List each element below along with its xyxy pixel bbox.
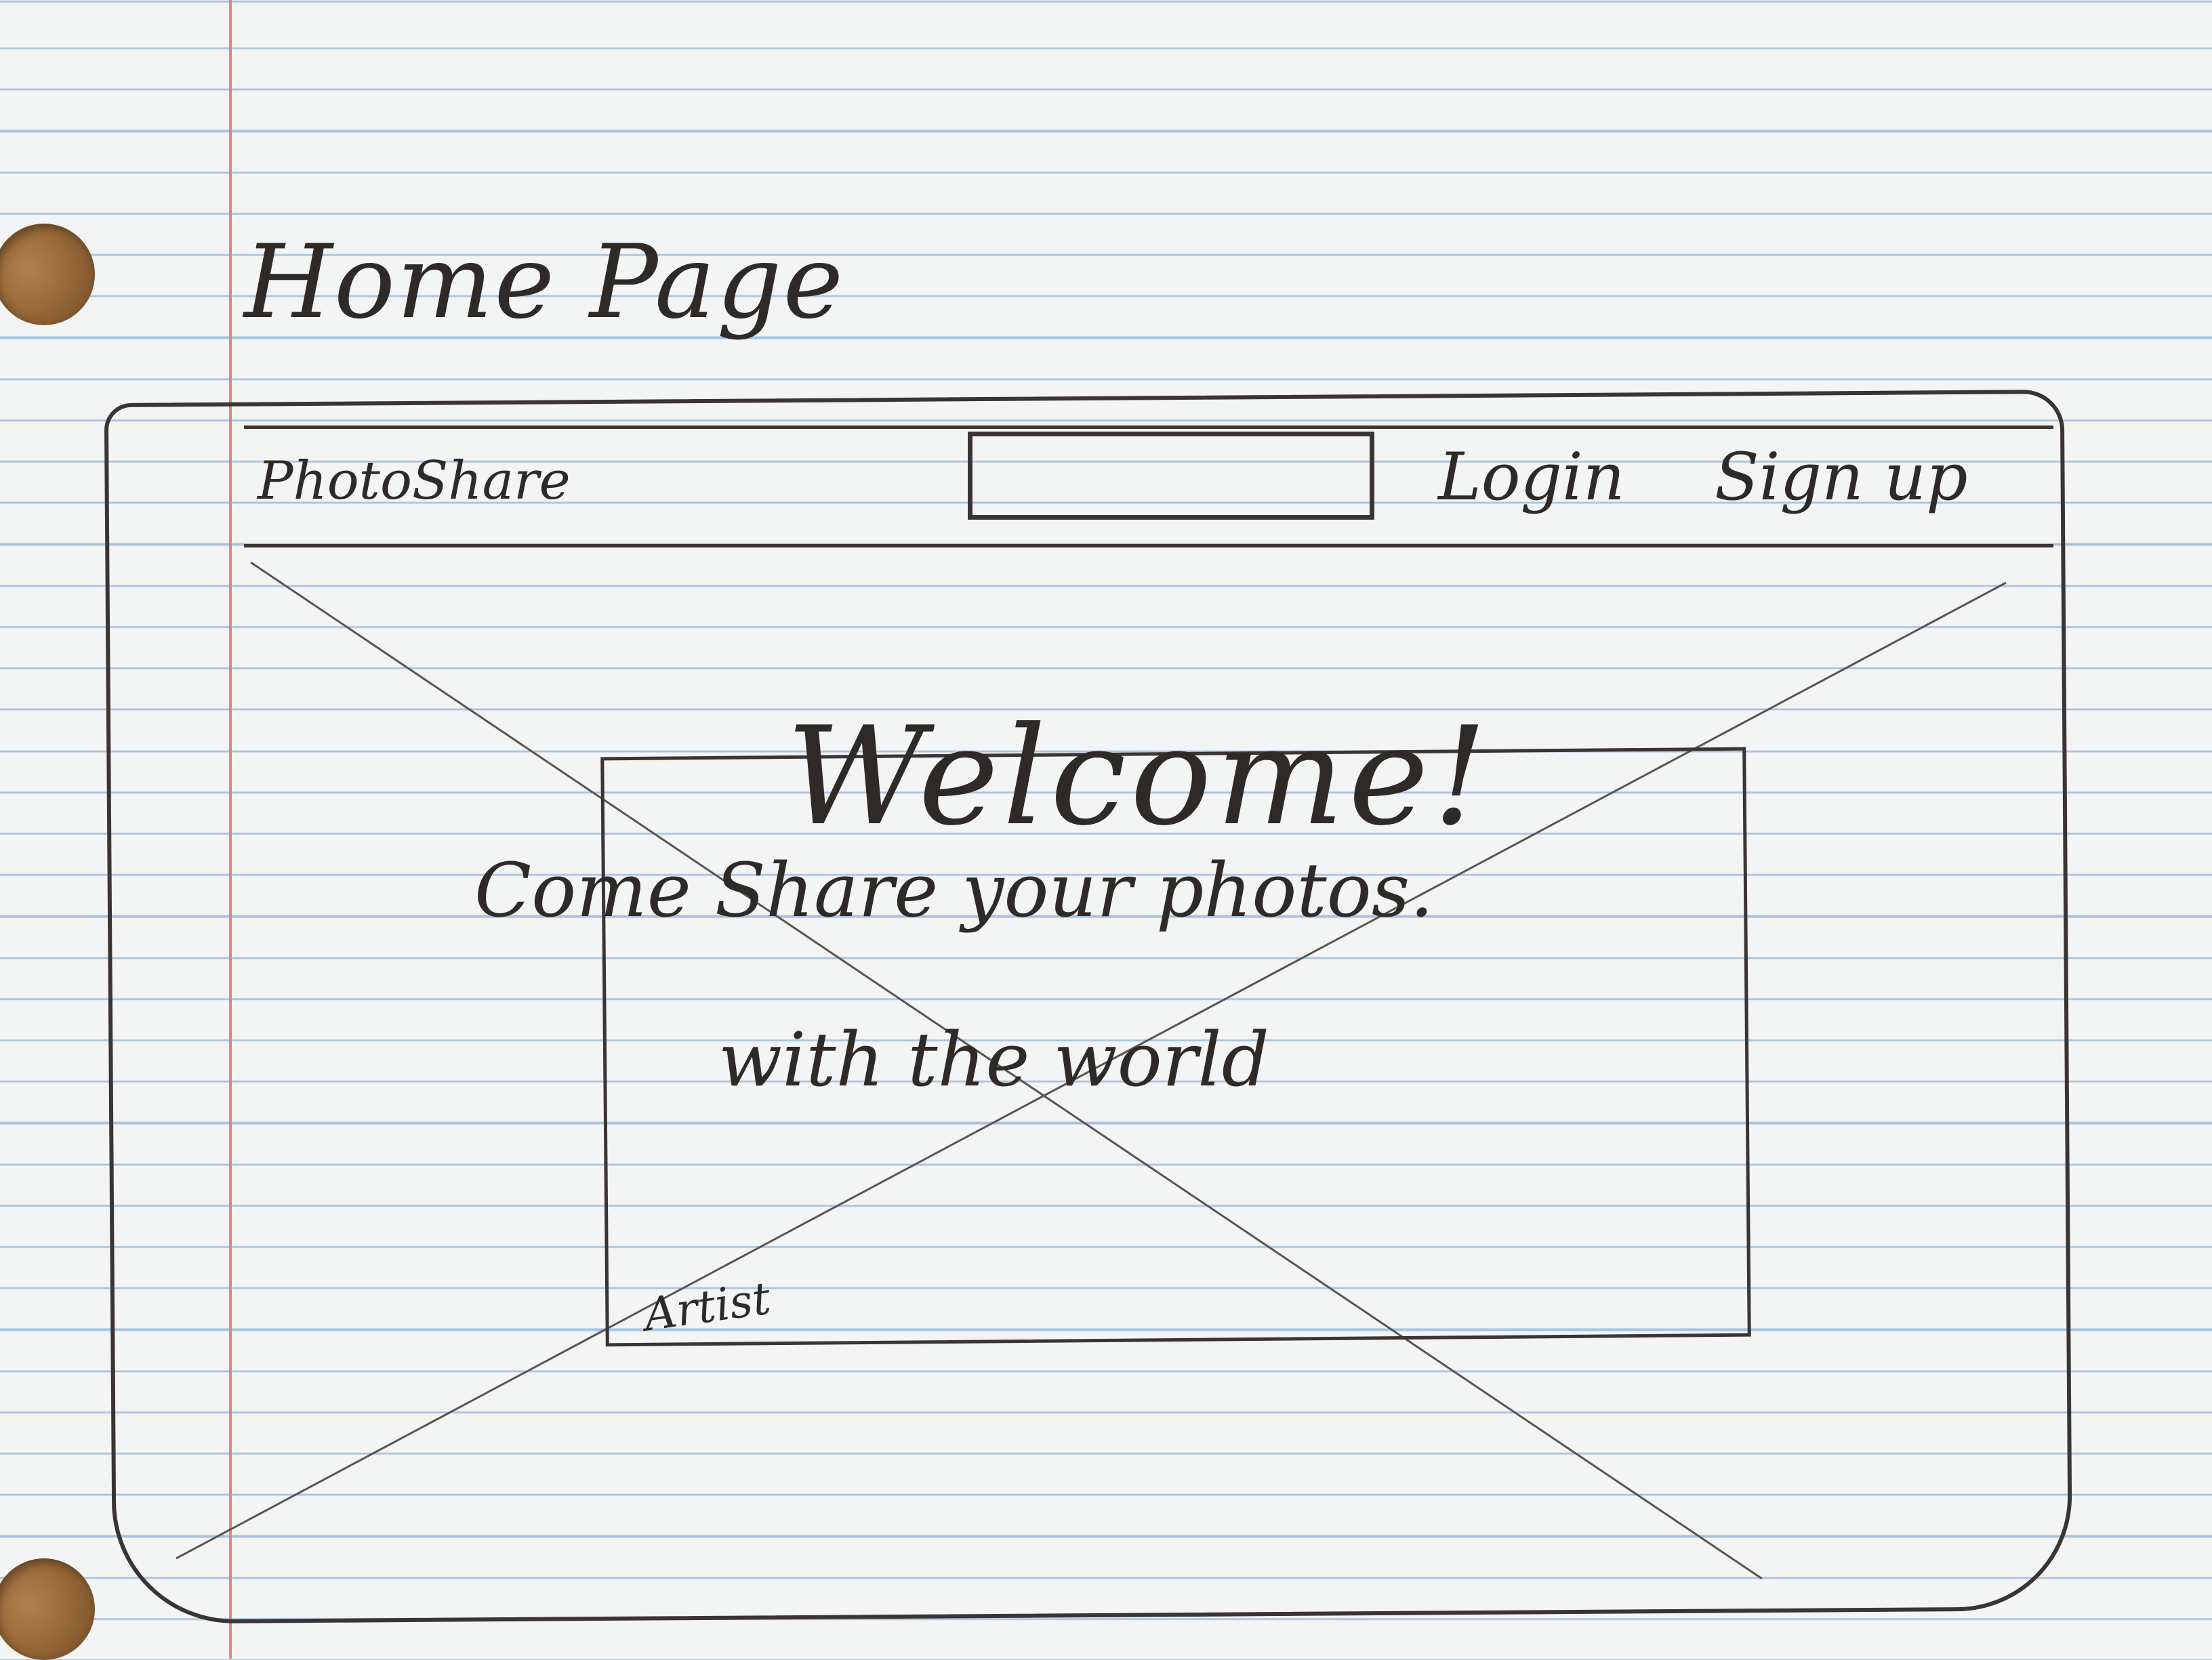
signup-link[interactable]: Sign up [1715,439,1968,515]
binder-hole-top [0,224,95,325]
hero-tagline-line1: Come Share your photos. [474,847,1434,934]
hero-tagline-line2: with the world [718,1016,1270,1103]
binder-hole-bottom [0,1558,95,1660]
hero-title: Welcome! [786,698,1492,856]
login-link[interactable]: Login [1438,439,1625,515]
page-heading: Home Page [244,224,845,341]
brand-logo[interactable]: PhotoShare [258,451,571,512]
search-input[interactable] [968,432,1374,520]
